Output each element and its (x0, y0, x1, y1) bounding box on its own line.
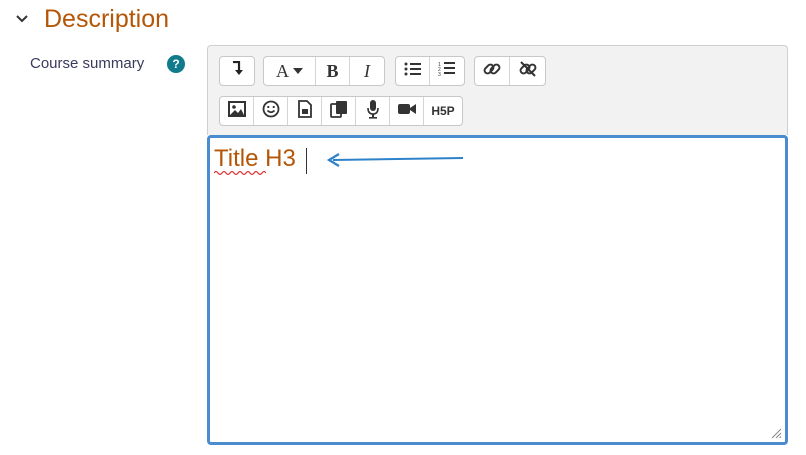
chevron-down-icon[interactable] (12, 9, 32, 29)
course-summary-label: Course summary (30, 55, 145, 72)
image-icon (227, 100, 246, 122)
toolbar-group-style: A B I (263, 56, 385, 86)
record-video-button[interactable] (390, 97, 424, 125)
toolbar-group-links (474, 56, 546, 86)
spellcheck-underline (214, 170, 266, 176)
editor-content-area[interactable]: Title H3 (207, 135, 788, 445)
h5p-icon: H5P (431, 104, 455, 118)
link-button[interactable] (475, 57, 510, 85)
video-camera-icon (397, 102, 417, 121)
section-header: Description (12, 4, 169, 34)
toolbar-group-media: H5P (219, 96, 463, 126)
font-A-dropdown-icon: A (276, 60, 289, 81)
smiley-icon (262, 100, 280, 123)
unlink-button[interactable] (510, 57, 545, 85)
image-button[interactable] (220, 97, 254, 125)
ordered-list-button[interactable]: 1 2 3 (430, 57, 464, 85)
link-icon (482, 59, 502, 84)
numbered-list-icon: 1 2 3 (438, 61, 456, 82)
manage-files-button[interactable] (322, 97, 356, 125)
resize-handle-icon[interactable] (770, 427, 782, 439)
font-style-button[interactable]: A (264, 57, 316, 85)
svg-text:3: 3 (438, 72, 441, 77)
bold-button[interactable]: B (316, 57, 350, 85)
bullet-list-icon (404, 62, 422, 81)
text-caret (306, 148, 307, 174)
toolbar-group-collapse (219, 56, 255, 86)
h5p-button[interactable]: H5P (424, 97, 462, 125)
annotation-arrow-icon (326, 153, 464, 167)
rich-text-editor: A B I 1 2 3 H5P Title H3 (207, 45, 788, 445)
section-title[interactable]: Description (44, 4, 169, 34)
file-media-icon (297, 99, 312, 123)
media-button[interactable] (288, 97, 322, 125)
arrow-down-return-icon (230, 60, 244, 82)
unordered-list-button[interactable] (396, 57, 430, 85)
record-audio-button[interactable] (356, 97, 390, 125)
emoji-button[interactable] (254, 97, 288, 125)
copy-files-icon (329, 100, 348, 123)
microphone-icon (366, 99, 380, 124)
italic-icon: I (364, 60, 370, 81)
bold-icon: B (326, 60, 339, 81)
question-help-icon[interactable]: ? (167, 55, 185, 73)
toolbar-group-lists: 1 2 3 (395, 56, 465, 86)
italic-button[interactable]: I (350, 57, 384, 85)
collapse-toolbar-button[interactable] (220, 57, 254, 85)
editor-toolbar: A B I 1 2 3 H5P (207, 45, 788, 135)
unlink-icon (518, 59, 538, 84)
